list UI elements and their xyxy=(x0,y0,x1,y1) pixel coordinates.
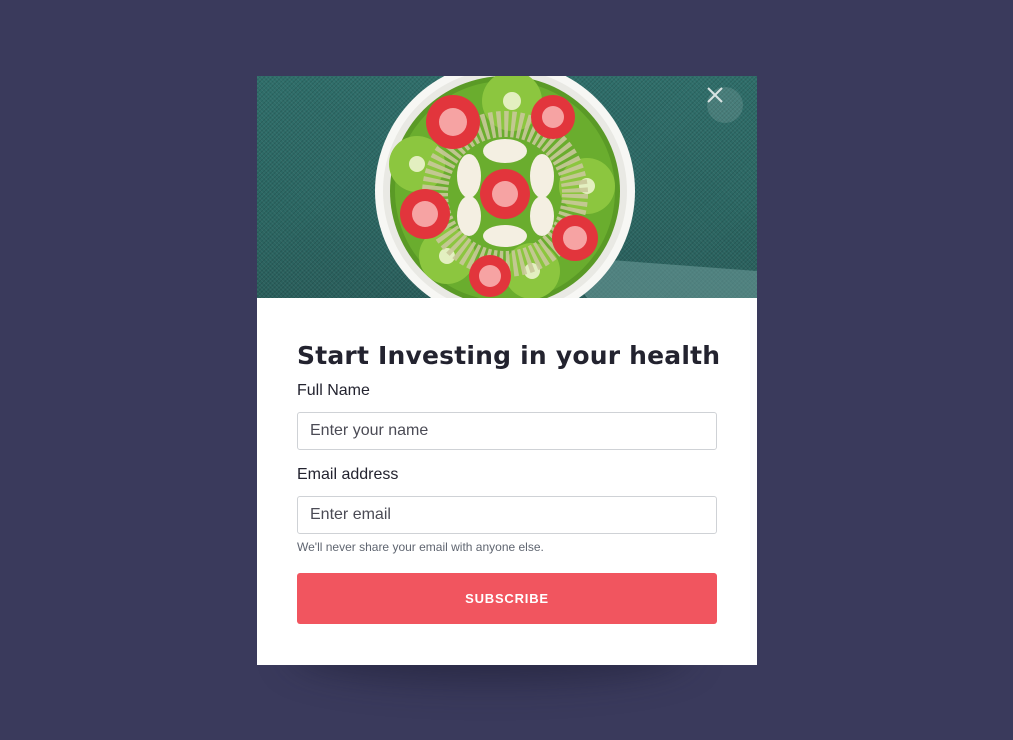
modal-content: Start Investing in your health Full Name… xyxy=(257,298,757,624)
full-name-input[interactable] xyxy=(297,412,717,450)
email-label: Email address xyxy=(297,466,399,483)
full-name-label: Full Name xyxy=(297,382,370,399)
email-input[interactable] xyxy=(297,496,717,534)
subscribe-modal: Start Investing in your health Full Name… xyxy=(257,76,757,665)
smoothie-bowl-illustration xyxy=(375,76,757,298)
close-icon xyxy=(707,87,723,103)
email-help-text: We'll never share your email with anyone… xyxy=(297,540,544,554)
close-button[interactable] xyxy=(707,87,743,123)
modal-title: Start Investing in your health xyxy=(297,341,721,370)
subscribe-button[interactable]: SUBSCRIBE xyxy=(297,573,717,624)
hero-image xyxy=(257,76,757,298)
